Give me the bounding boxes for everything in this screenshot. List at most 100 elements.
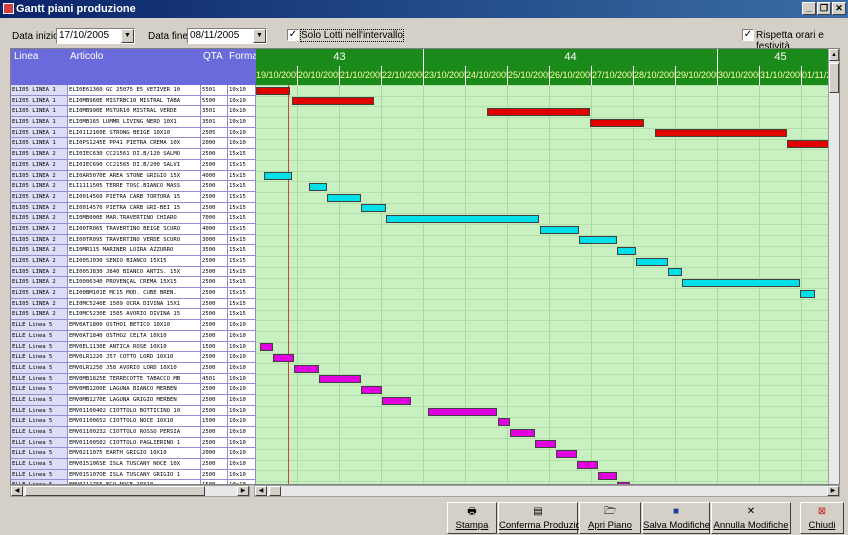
gantt-bar[interactable] [382,396,412,405]
only-lots-checkbox[interactable]: ✓ [287,29,299,41]
gantt-scroll-thumb[interactable] [269,486,281,496]
respect-hours-checkbox[interactable]: ✓ [742,29,754,41]
table-row[interactable]: ELLE Linea 5 EMV015107OE ISLA TUSCANY GRI… [11,469,256,481]
table-row[interactable]: ELI05 LINEA 2 ELI0IEC630 CC21561 DI.B/120… [11,149,256,160]
gantt-bar[interactable] [272,354,294,362]
gantt-bar[interactable] [487,107,590,116]
only-lots-label[interactable]: Solo Lotti nell'intervallo [300,29,404,42]
close-window-button[interactable]: ✕ [832,2,846,15]
gantt-bar[interactable] [579,236,618,245]
table-row[interactable]: ELLE Linea 5 EMV0AT1840 OSTHO2 CELTA 10X1… [11,330,256,342]
print-button[interactable]: 🖶 Stampa [447,502,497,534]
scroll-left-icon[interactable]: ◀ [11,486,23,496]
table-row[interactable]: ELLE Linea 5 EMV0MB1825E TERRECOTTE TABAC… [11,373,256,385]
vertical-scrollbar[interactable]: ▲ [828,49,839,484]
table-row[interactable]: ELLE Linea 5 EMV01100502 CIOTTOLO PAGLIER… [11,437,256,449]
table-row[interactable]: ELI05 LINEA 2 ELI0IEC690 CC21565 DI.B/200… [11,159,256,171]
gantt-bar[interactable] [787,140,830,148]
table-row[interactable]: ELI05 LINEA 2 ELI0006340 PROVENÇAL CREMA … [11,277,256,289]
table-row[interactable]: ELI05 LINEA 2 ELI00TR065 TRAVERTINO BEIGE… [11,223,256,235]
table-row[interactable]: ELI05 LINEA 2 ELI1111505 TERRE TOSC.BIANC… [11,181,256,192]
table-row[interactable]: ELI05 LINEA 1 ELI0PS1245E PP41 PIETRA CRE… [11,138,256,150]
gantt-bar[interactable] [428,407,498,416]
table-row[interactable]: ELI05 LINEA 1 ELI0E61360 GC 25075 E5 VETI… [11,85,256,96]
gantt-bar[interactable] [799,289,815,298]
gantt-bar[interactable] [577,461,599,469]
table-row[interactable]: ELLE Linea 5 EMV0LR1250 J58 AVORIO LORD 1… [11,362,256,374]
table-row[interactable]: ELI05 LINEA 2 ELI00BM101E MC15 MOD. CUBE … [11,288,256,299]
table-row[interactable]: ELI05 LINEA 2 ELI0014570 PIETRA CARB GRI-… [11,202,256,214]
scroll-left-icon[interactable]: ◀ [255,486,267,496]
gantt-bar[interactable] [655,129,788,138]
gantt-bar[interactable] [497,418,511,427]
chevron-down-icon[interactable]: ▼ [121,29,134,43]
minimize-button[interactable]: _ [802,2,816,15]
gantt-bar[interactable] [617,247,637,255]
save-changes-button[interactable]: ■ Salva Modifiche [642,502,710,534]
table-row[interactable]: ELLE Linea 5 EMV0MB1200E LAGUNA BIANCO ME… [11,384,256,395]
gantt-bar[interactable] [260,343,273,352]
gantt-bar[interactable] [319,375,361,384]
gantt-bar[interactable] [327,193,361,202]
col-header-qty[interactable]: QTA [203,51,223,62]
gantt-bar[interactable] [539,225,580,234]
table-row[interactable]: ELI05 LINEA 2 ELI0014560 PIETRA CARB TORT… [11,191,256,203]
gantt-bar[interactable] [264,172,292,181]
scroll-right-icon[interactable]: ▶ [237,486,249,496]
chevron-down-icon[interactable]: ▼ [253,29,266,43]
confirm-production-button[interactable]: ▤ Conferma Produzione [498,502,591,534]
table-row[interactable]: ELI05 LINEA 2 ELI005J030 SENIO BIANCO 15X… [11,256,256,267]
restore-button[interactable]: ❐ [817,2,831,15]
table-scroll-thumb[interactable] [25,486,205,496]
gantt-bar[interactable] [256,86,290,95]
table-row[interactable]: ELI05 LINEA 2 ELI0MR115 MARINER LOIRA AZZ… [11,245,256,256]
col-header-format[interactable]: Formato [229,51,256,62]
gantt-bar[interactable] [361,204,387,213]
gantt-horizontal-scrollbar[interactable]: ◀ ▶ [254,485,840,497]
col-header-line[interactable]: Linea [14,51,38,62]
gantt-bar[interactable] [386,214,540,223]
gantt-bar[interactable] [598,471,618,480]
scroll-right-icon[interactable]: ▶ [827,486,839,496]
table-row[interactable]: ELLE Linea 5 EMV0211075 EARTH GRIGIO 10X1… [11,448,256,460]
col-header-article[interactable]: Articolo [70,51,103,62]
table-row[interactable]: ELI05 LINEA 2 ELI00TR095 TRAVERTINO VERDE… [11,234,256,246]
table-row[interactable]: ELLE Linea 5 EMV01100232 CIOTTOLO ROSSO P… [11,427,256,438]
gantt-bar[interactable] [293,364,319,373]
table-row[interactable]: ELLE Linea 5 EMV0AT1800 OSTHO1 BETICO 10X… [11,320,256,331]
end-date-field[interactable]: 08/11/2005 ▼ [187,28,267,44]
table-row[interactable]: ELI05 LINEA 2 ELI0MC5230E 1505 AVORIO DIV… [11,309,256,321]
table-row[interactable]: ELI05 LINEA 1 ELI0MB960E MISTRBC10 MISTRA… [11,95,256,107]
table-row[interactable]: ELI05 LINEA 1 ELI0MB165 LUMMR LIVING NERO… [11,117,256,128]
table-row[interactable]: ELLE Linea 5 EMV0MB1270E LAGUNA GRIGIO ME… [11,394,256,406]
table-row[interactable]: ELI05 LINEA 2 ELI0AR5070E AREA STONE GRIG… [11,170,256,182]
table-row[interactable]: ELI05 LINEA 2 ELI0MC5240E 1509 OCRA DIVIN… [11,298,256,310]
table-row[interactable]: ELI05 LINEA 1 ELI0112160E STRONG BEIGE 10… [11,127,256,139]
gantt-bar[interactable] [667,268,683,277]
start-date-field[interactable]: 17/10/2005 ▼ [56,28,135,44]
table-row[interactable]: ELLE Linea 5 EMV01100652 CIOTTOLO NOCE 10… [11,416,256,427]
gantt-bar[interactable] [308,182,328,191]
close-button[interactable]: ⊠ Chiudi [800,502,844,534]
gantt-body[interactable] [256,85,830,484]
gantt-bar[interactable] [291,97,374,106]
table-row[interactable]: ELLE Linea 5 EMV015106SE ISLA TUSCANY NOC… [11,459,256,470]
gantt-bar[interactable] [510,428,536,437]
gantt-bar[interactable] [636,257,668,266]
table-row[interactable]: ELI05 LINEA 1 ELI0MB990E MSTUR10 MISTRAL … [11,106,256,118]
table-row[interactable]: ELLE Linea 5 EMV0LR1220 J57 COTTO LORD 10… [11,352,256,363]
gantt-bar[interactable] [589,118,645,127]
table-row[interactable]: ELLE Linea 5 EMV0EL1130E ANTICA ROSE 10X1… [11,341,256,353]
table-row[interactable]: ELI05 LINEA 2 ELI0MB000E MAR.TRAVERTINO C… [11,213,256,224]
gantt-bar[interactable] [682,279,800,288]
cancel-changes-button[interactable]: ✕ Annulla Modifiche [711,502,791,534]
table-horizontal-scrollbar[interactable]: ◀ ▶ [10,485,250,497]
gantt-bar[interactable] [361,386,382,395]
open-plan-button[interactable]: 🗁 Apri Piano [579,502,641,534]
table-row[interactable]: ELLE Linea 5 EMV01100402 CIOTTOLO BOTTICI… [11,405,256,417]
vertical-scroll-thumb[interactable] [829,63,839,93]
table-row[interactable]: ELI05 LINEA 2 ELI005J830 J840 BIANCO ANTI… [11,266,256,278]
scroll-up-icon[interactable]: ▲ [829,49,839,61]
gantt-bar[interactable] [535,439,557,448]
gantt-bar[interactable] [556,450,578,459]
